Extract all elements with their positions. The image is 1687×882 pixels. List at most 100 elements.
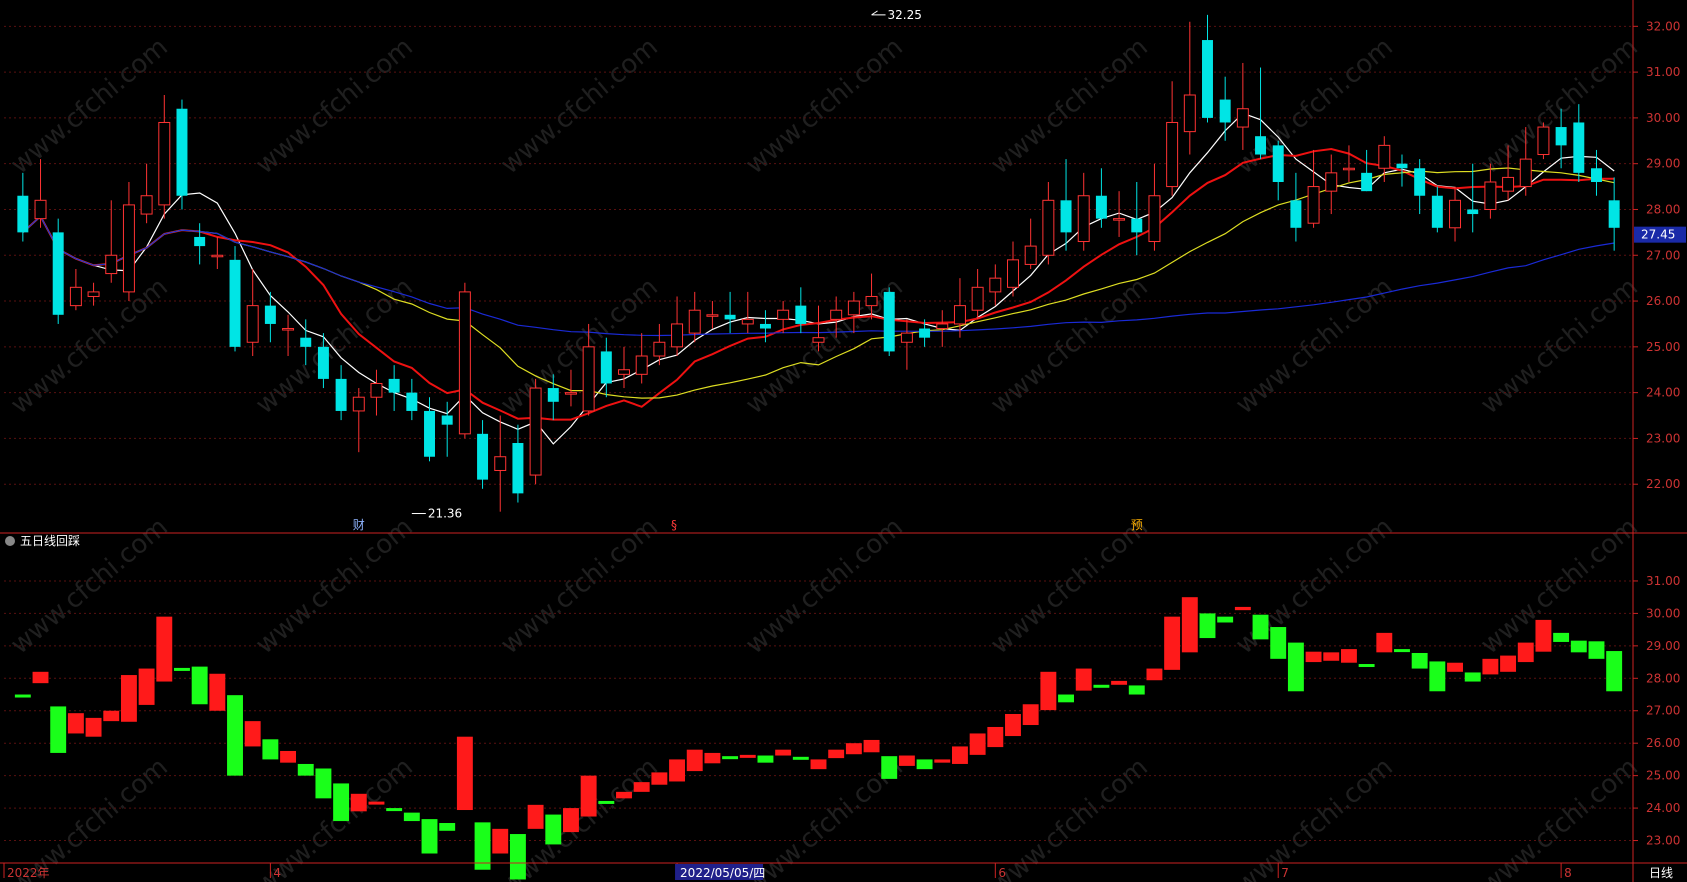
candle-body bbox=[264, 305, 276, 324]
y-tick-label: 27.00 bbox=[1646, 248, 1680, 262]
candle-body bbox=[52, 232, 64, 315]
watermark-text: www.cfchi.com bbox=[250, 32, 419, 180]
indicator-bar bbox=[1128, 685, 1145, 695]
candle-body bbox=[1095, 195, 1107, 219]
indicator-bar bbox=[1234, 606, 1251, 611]
indicator-bar bbox=[669, 759, 686, 782]
indicator-bar bbox=[1606, 651, 1623, 692]
watermark-text: www.cfchi.com bbox=[985, 512, 1154, 660]
indicator-bar bbox=[1323, 652, 1340, 661]
candle-body bbox=[282, 328, 295, 331]
stock-chart[interactable]: www.cfchi.com www.cfchi.com www.cfchi.com w… bbox=[0, 0, 1687, 882]
candle-body bbox=[971, 286, 984, 311]
y-tick-label: 24.00 bbox=[1646, 386, 1680, 400]
candle-body bbox=[441, 415, 453, 425]
candle-body bbox=[1024, 245, 1037, 265]
indicator-bar bbox=[845, 743, 862, 755]
watermark-text: www.cfchi.com bbox=[740, 512, 909, 660]
indicator-bar bbox=[297, 763, 314, 776]
period-label: 日线 bbox=[1649, 866, 1673, 880]
indicator-bar bbox=[651, 772, 668, 785]
indicator-bar bbox=[1287, 642, 1304, 692]
indicator-bar bbox=[1146, 668, 1163, 681]
candle-body bbox=[1183, 94, 1196, 133]
time-label: 4 bbox=[273, 866, 281, 880]
candle-body bbox=[494, 456, 507, 471]
indicator-bar bbox=[775, 749, 792, 756]
candle-body bbox=[741, 318, 754, 325]
candle-body bbox=[953, 305, 966, 325]
indicator-bar bbox=[191, 666, 208, 705]
watermark-text: www.cfchi.com bbox=[1230, 272, 1399, 420]
indicator-bar bbox=[1517, 642, 1534, 663]
y-tick-label: 29.00 bbox=[1646, 639, 1680, 653]
candle-body bbox=[388, 378, 400, 393]
y-tick-label: 23.00 bbox=[1646, 834, 1680, 848]
event-marker: 预 bbox=[1131, 518, 1143, 532]
indicator-bar bbox=[1305, 651, 1322, 663]
indicator-bar bbox=[1500, 655, 1517, 672]
candle-body bbox=[1608, 200, 1620, 228]
candle-body bbox=[1431, 195, 1443, 228]
y-tick-label: 30.00 bbox=[1646, 111, 1680, 125]
candle-body bbox=[176, 108, 188, 196]
y-tick-label: 22.00 bbox=[1646, 477, 1680, 491]
candle-body bbox=[158, 121, 171, 206]
indicator-bar bbox=[1005, 713, 1021, 737]
y-tick-label: 28.00 bbox=[1646, 671, 1680, 685]
candle-body bbox=[317, 346, 329, 379]
indicator-bar bbox=[1075, 668, 1092, 691]
time-label: 2022/05/05/四 bbox=[680, 866, 765, 880]
indicator-bar bbox=[50, 706, 67, 753]
indicator-bar bbox=[1164, 616, 1181, 670]
indicator-bar bbox=[85, 717, 102, 737]
indicator-bar bbox=[14, 694, 31, 698]
candle-body bbox=[229, 259, 241, 347]
candle-body bbox=[1042, 199, 1055, 256]
candle-body bbox=[865, 295, 878, 307]
candle-body bbox=[1060, 200, 1072, 233]
candle-body bbox=[140, 195, 153, 215]
candle-body bbox=[17, 195, 29, 233]
low-marker-label: 21.36 bbox=[428, 507, 462, 521]
indicator-bar bbox=[1394, 649, 1410, 653]
y-tick-label: 25.00 bbox=[1646, 769, 1680, 783]
indicator-bar bbox=[1093, 684, 1110, 688]
indicator-bar bbox=[509, 834, 526, 880]
indicator-bar bbox=[633, 782, 650, 792]
candle-body bbox=[424, 410, 435, 457]
y-tick-label: 28.00 bbox=[1646, 202, 1680, 216]
candle-body bbox=[1236, 108, 1249, 128]
indicator-bar bbox=[280, 750, 297, 763]
candle-body bbox=[300, 337, 312, 347]
candle-body bbox=[919, 328, 931, 338]
indicator-bar bbox=[951, 746, 968, 764]
event-marker: 财 bbox=[353, 518, 365, 532]
candle-body bbox=[1131, 218, 1143, 233]
candle-body bbox=[406, 392, 418, 411]
indicator-bar bbox=[1429, 661, 1446, 692]
candle-body bbox=[246, 305, 259, 343]
candle-body bbox=[1325, 172, 1338, 192]
candle-body bbox=[512, 443, 524, 494]
high-marker-arrow bbox=[871, 10, 886, 16]
indicator-bar bbox=[421, 819, 438, 854]
candle-body bbox=[352, 396, 365, 412]
watermark-text: www.cfchi.com bbox=[250, 512, 419, 660]
indicator-bar bbox=[67, 713, 84, 734]
indicator-bar bbox=[722, 756, 739, 760]
candle-body bbox=[1219, 99, 1231, 123]
indicator-bar bbox=[598, 800, 615, 804]
candle-body bbox=[370, 382, 383, 398]
indicator-bar bbox=[987, 726, 1004, 748]
candle-body bbox=[1573, 122, 1585, 173]
indicator-bar bbox=[704, 752, 721, 764]
candle-body bbox=[1255, 136, 1267, 155]
indicator-bar bbox=[492, 828, 509, 854]
indicator-bar bbox=[1588, 641, 1605, 659]
time-label: 6 bbox=[998, 866, 1006, 880]
current-price-label: 27.45 bbox=[1641, 228, 1675, 242]
candle-body bbox=[582, 346, 595, 412]
indicator-bar bbox=[1040, 671, 1057, 711]
indicator-bar bbox=[32, 671, 49, 684]
